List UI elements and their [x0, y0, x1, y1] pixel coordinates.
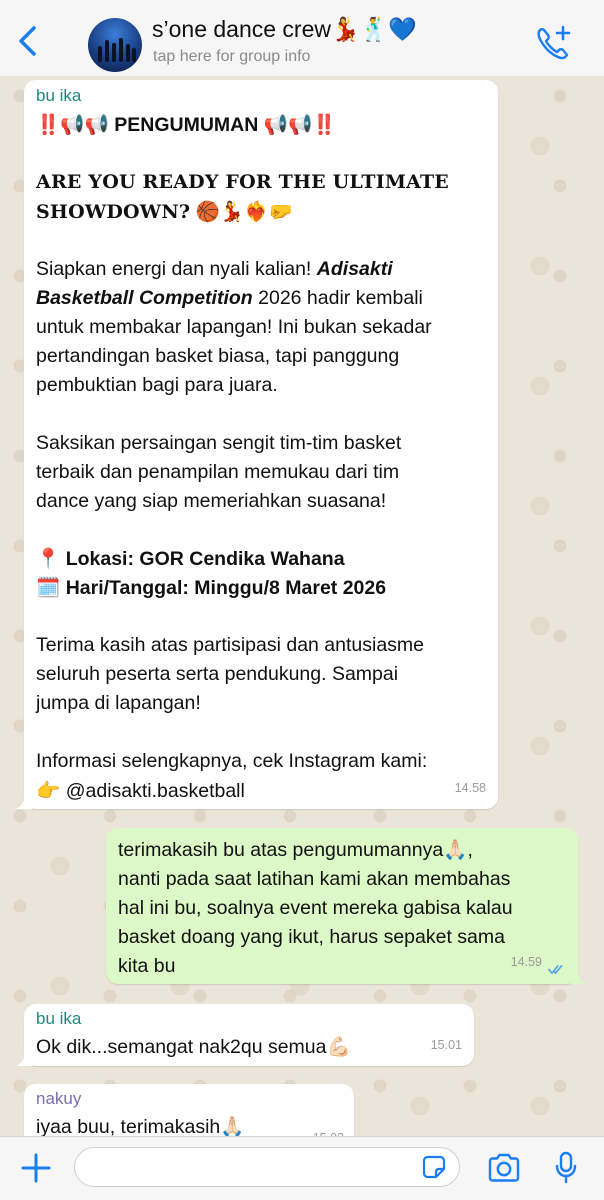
headline-line-1: ARE YOU READY FOR THE ULTIMATE [36, 171, 449, 193]
message-time: 14.59 [510, 955, 542, 969]
message-bubble-incoming[interactable]: bu ika Ok dik...semangat nak2qu semua💪🏻 … [16, 1004, 474, 1066]
instagram-handle[interactable]: @adisakti.basketball [66, 780, 245, 802]
bubble-tail [570, 968, 586, 984]
paragraph-text: pembuktian bagi para juara. [36, 374, 278, 396]
paragraph-text: Terima kasih atas partisipasi dan antusi… [36, 634, 425, 656]
microphone-icon[interactable] [554, 1151, 578, 1185]
headline-line-2: SHOWDOWN? [36, 201, 191, 223]
group-info-hint[interactable]: tap here for group info [153, 48, 310, 66]
message-bubble-outgoing[interactable]: terimakasih bu atas pengumumannya🙏🏻, nan… [106, 828, 586, 984]
paragraph-text: pertandingan basket biasa, tapi panggung [36, 345, 400, 367]
date-value: : Minggu/8 Maret 2026 [182, 577, 387, 599]
paragraph-text: terbaik dan penampilan memukau dari tim [36, 461, 400, 483]
headline-emoji: 🏀💃❤️‍🔥🤛 [195, 200, 293, 223]
sender-name: bu ika [36, 1009, 82, 1028]
location-value: : GOR Cendika Wahana [127, 548, 345, 570]
double-check-icon [548, 965, 563, 975]
message-time: 15.01 [430, 1038, 462, 1052]
calendar-icon: 🗓️ [36, 576, 61, 599]
message-text: basket doang yang ikut, harus sepaket sa… [118, 926, 505, 948]
message-text: Ok dik...semangat nak2qu semua💪🏻 [36, 1036, 351, 1058]
paragraph-text: Informasi selengkapnya, cek Instagram ka… [36, 750, 428, 772]
paragraph-text: 2026 hadir kembali [258, 287, 423, 309]
phone-add-icon[interactable] [534, 24, 572, 60]
paragraph-text: seluruh peserta serta pendukung. Sampai [36, 663, 399, 685]
plus-icon[interactable] [20, 1152, 52, 1184]
group-title[interactable]: s’one dance crew💃🕺💙 [152, 16, 417, 43]
event-name: Basketball Competition [36, 287, 253, 309]
message-text: kita bu [118, 955, 176, 977]
paragraph-text: Siapkan energi dan nyali kalian! [36, 258, 312, 280]
pointing-hand-icon: 👉 [36, 779, 61, 802]
chat-header: s’one dance crew💃🕺💙 tap here for group i… [0, 0, 604, 77]
paragraph-text: dance yang siap memeriahkan suasana! [36, 490, 387, 512]
event-name: Adisakti [316, 258, 393, 280]
date-label: Hari/Tanggal [65, 577, 183, 599]
camera-icon[interactable] [486, 1153, 522, 1183]
alert-emoji: ‼️📢📢 [36, 113, 109, 136]
message-input[interactable] [74, 1147, 460, 1187]
location-label: Lokasi [65, 548, 128, 570]
message-bubble-incoming[interactable]: bu ika ‼️📢📢 PENGUMUMAN 📢📢‼️ ARE YOU READ… [16, 80, 498, 809]
paragraph-text: Saksikan persaingan sengit tim-tim baske… [36, 432, 402, 454]
message-time: 14.58 [454, 781, 486, 795]
sender-name: nakuy [36, 1089, 82, 1108]
group-avatar[interactable] [88, 18, 142, 72]
message-text: nanti pada saat latihan kami akan membah… [118, 868, 511, 890]
announcement-title: PENGUMUMAN [114, 114, 259, 136]
composer-bar [0, 1136, 604, 1200]
sender-name: bu ika [36, 86, 82, 105]
message-text: terimakasih bu atas pengumumannya🙏🏻, [118, 839, 473, 861]
pin-icon: 📍 [36, 547, 61, 570]
message-text: hal ini bu, soalnya event mereka gabisa … [118, 897, 513, 919]
sticker-icon[interactable] [421, 1154, 447, 1180]
chevron-left-icon[interactable] [14, 24, 44, 58]
bubble-tail [16, 1050, 32, 1066]
paragraph-text: jumpa di lapangan! [36, 692, 201, 714]
megaphone-emoji: 📢📢‼️ [263, 113, 337, 136]
paragraph-text: untuk membakar lapangan! Ini bukan sekad… [36, 316, 432, 338]
bubble-tail [16, 793, 32, 809]
